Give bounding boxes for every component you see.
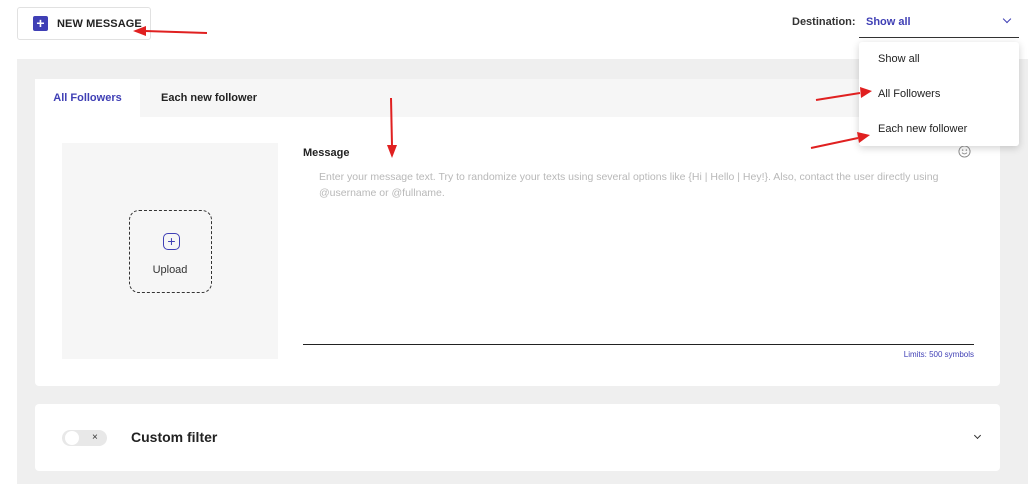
message-card: All Followers Each new follower + Upload… [35,79,1000,386]
message-title: Message [303,147,350,159]
media-upload-panel: + Upload [62,143,278,359]
tab-each-new-follower[interactable]: Each new follower [140,79,278,117]
destination-dropdown-menu: Show all All Followers Each new follower [859,42,1019,146]
chevron-down-icon[interactable] [973,431,982,440]
dropdown-option-each-new-follower[interactable]: Each new follower [859,112,1019,146]
close-icon: × [92,432,98,443]
dropdown-option-show-all[interactable]: Show all [859,42,1019,76]
destination-select[interactable]: Show all [859,7,1019,38]
toggle-knob [65,431,79,445]
plus-icon: + [33,16,48,31]
message-textarea[interactable] [303,167,974,345]
chevron-down-icon [1002,14,1012,24]
destination-value: Show all [866,16,911,28]
custom-filter-toggle[interactable]: × [62,430,107,446]
upload-button[interactable]: + Upload [129,210,212,293]
message-limits: Limits: 500 symbols [903,350,974,359]
custom-filter-card: × Custom filter [35,404,1000,471]
tabs-bar: All Followers Each new follower [35,79,1000,117]
new-message-label: NEW MESSAGE [57,17,142,30]
dropdown-option-all-followers[interactable]: All Followers [859,77,1019,111]
custom-filter-title: Custom filter [131,429,218,445]
smiley-icon[interactable] [958,145,971,158]
upload-label: Upload [152,264,188,276]
new-message-button[interactable]: + NEW MESSAGE [17,7,151,40]
destination-label: Destination: [792,16,856,28]
upload-plus-icon: + [163,233,180,250]
tab-all-followers[interactable]: All Followers [35,79,140,117]
